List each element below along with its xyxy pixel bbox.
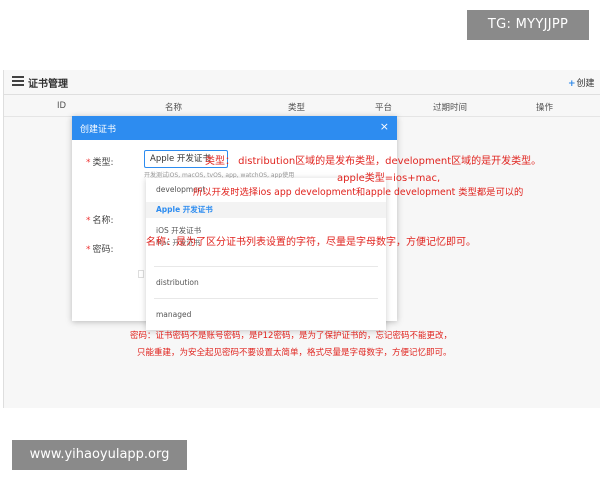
password-label: * 密码: xyxy=(86,245,114,255)
password-annotation-line-1: 密码：证书密码不是账号密码，是P12密码，是为了保护证书的，忘记密码不能更改， xyxy=(130,331,452,341)
dropdown-group-managed: managed xyxy=(156,310,192,319)
remember-checkbox[interactable] xyxy=(138,270,144,278)
password-annotation-line-2: 只能重建，为安全起见密码不要设置太简单，格式尽量是字母数字，方便记忆即可。 xyxy=(137,348,452,358)
close-icon[interactable]: × xyxy=(380,120,389,133)
watermark-bottom: www.yihaoyulapp.org xyxy=(12,440,187,470)
type-annotation: 类型： distribution区域的是发布类型，development区域的是… xyxy=(205,156,542,167)
modal-header: 创建证书 × xyxy=(72,116,397,140)
name-label: * 名称: xyxy=(86,216,114,226)
apple-type-annotation: apple类型=ios+mac, xyxy=(337,173,441,184)
name-annotation: 名称：是为了区分证书列表设置的字符，尽量是字母数字，方便记忆即可。 xyxy=(146,237,476,248)
type-dropdown: development Apple 开发证书 iOS 开发证书 Mac 开发证书… xyxy=(146,178,386,330)
dropdown-divider xyxy=(154,266,378,267)
dropdown-option-apple-development[interactable]: Apple 开发证书 xyxy=(146,202,386,218)
dropdown-group-distribution: distribution xyxy=(156,278,199,287)
watermark-top: TG: MYYJJPP xyxy=(467,10,589,40)
type-label: * 类型: xyxy=(86,158,114,168)
dropdown-divider xyxy=(154,298,378,299)
choice-annotation: 所以开发时选择ios app development和apple develop… xyxy=(193,187,524,198)
modal-title: 创建证书 xyxy=(80,125,117,135)
